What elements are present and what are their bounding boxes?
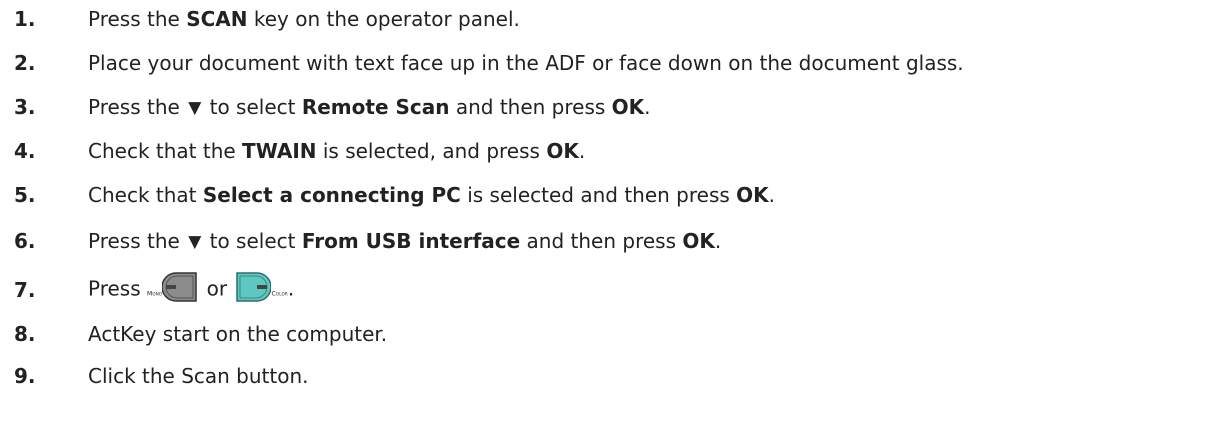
step-number: 2. — [14, 51, 36, 75]
step-text: Place your document with text face up in… — [88, 51, 964, 75]
step-text: Press the SCAN key on the operator panel… — [88, 7, 520, 31]
step-text: Press Mono or Color. — [88, 272, 294, 306]
mono-label: Mono — [147, 290, 163, 298]
mono-start-button-icon — [162, 272, 198, 302]
step-number: 5. — [14, 183, 36, 207]
step-text: Click the Scan button. — [88, 364, 309, 388]
step-number: 6. — [14, 229, 36, 253]
step-number: 4. — [14, 139, 36, 163]
step-number: 7. — [14, 278, 36, 302]
down-arrow-icon: ▼ — [188, 232, 202, 252]
step-number: 9. — [14, 364, 36, 388]
step-text: Check that Select a connecting PC is sel… — [88, 183, 776, 207]
color-label: Color — [271, 290, 288, 298]
step-text: Check that the TWAIN is selected, and pr… — [88, 139, 586, 163]
step-number: 8. — [14, 322, 36, 346]
step-number: 1. — [14, 7, 36, 31]
step-text: Press the ▼ to select Remote Scan and th… — [88, 95, 651, 119]
step-text: ActKey start on the computer. — [88, 322, 388, 346]
color-start-button-icon — [236, 272, 272, 302]
step-number: 3. — [14, 95, 36, 119]
down-arrow-icon: ▼ — [188, 98, 202, 118]
step-text: Press the ▼ to select From USB interface… — [88, 229, 722, 253]
